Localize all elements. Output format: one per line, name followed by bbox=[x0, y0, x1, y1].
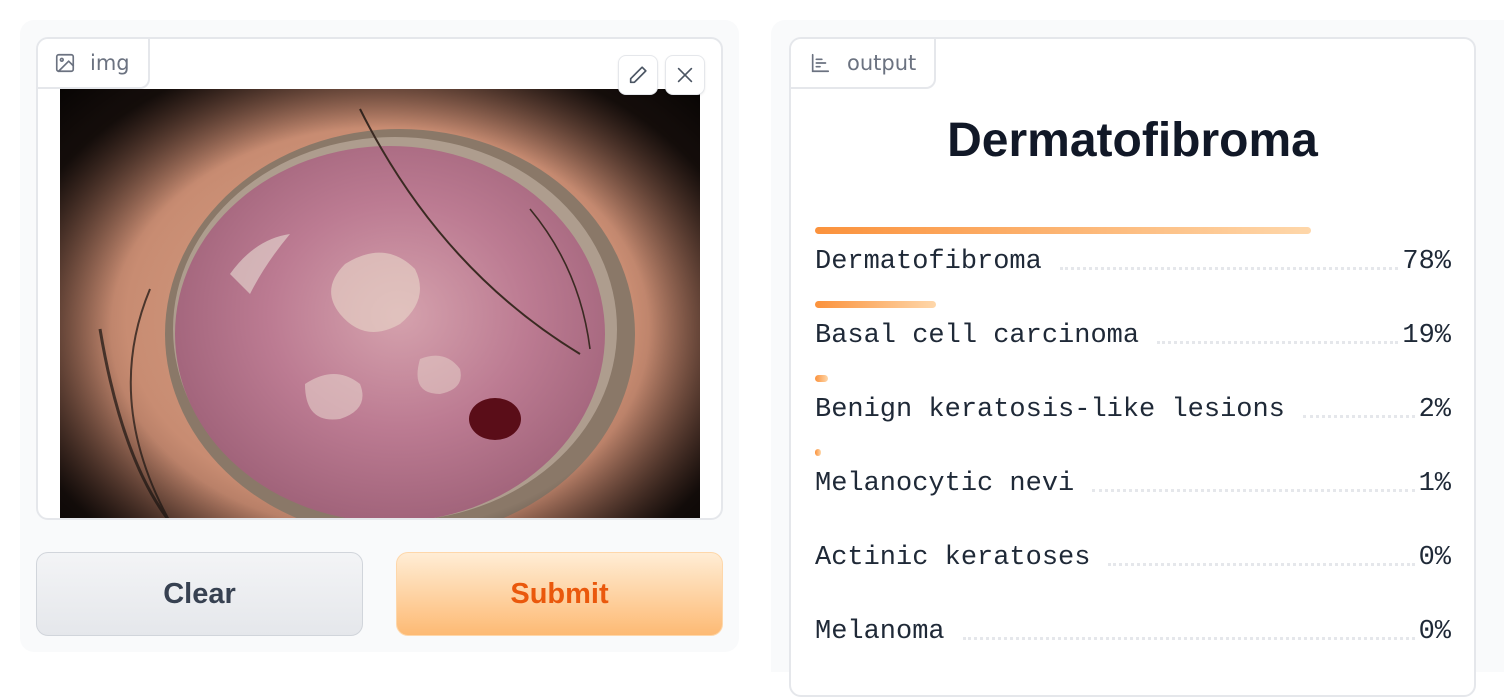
confidence-label: Melanoma bbox=[815, 617, 945, 647]
dotted-leader bbox=[1059, 267, 1399, 270]
confidence-percent: 78% bbox=[1402, 247, 1451, 277]
lesion-image bbox=[60, 89, 700, 518]
top-prediction: Dermatofibroma bbox=[947, 114, 1318, 167]
confidence-row: Benign keratosis-like lesions 2% bbox=[815, 375, 1451, 449]
dotted-leader bbox=[1157, 341, 1399, 344]
clear-button[interactable]: Clear bbox=[36, 552, 363, 636]
dotted-leader bbox=[1302, 415, 1415, 418]
bar-chart-icon bbox=[811, 53, 830, 73]
confidence-row: Actinic keratoses 0% bbox=[815, 523, 1451, 597]
confidence-text: Benign keratosis-like lesions 2% bbox=[815, 395, 1451, 425]
confidence-percent: 0% bbox=[1418, 617, 1451, 647]
remove-image-button[interactable] bbox=[665, 55, 705, 95]
confidence-text: Actinic keratoses 0% bbox=[815, 543, 1451, 573]
dotted-leader bbox=[1092, 489, 1415, 492]
confidence-text: Melanocytic nevi 1% bbox=[815, 469, 1451, 499]
edit-button[interactable] bbox=[618, 55, 658, 95]
label-output: output Dermatofibroma Dermatofibroma 78% B… bbox=[789, 37, 1476, 697]
submit-button[interactable]: Submit bbox=[396, 552, 723, 636]
close-icon bbox=[677, 67, 693, 83]
pencil-icon bbox=[629, 66, 647, 84]
confidence-list: Dermatofibroma 78% Basal cell carcinoma 19%… bbox=[815, 227, 1451, 671]
confidence-bar bbox=[815, 449, 822, 456]
confidence-bar bbox=[815, 227, 1312, 234]
input-panel: img Clear Submit bbox=[20, 20, 739, 652]
confidence-label: Actinic keratoses bbox=[815, 543, 1091, 573]
confidence-bar bbox=[815, 301, 936, 308]
confidence-percent: 0% bbox=[1418, 543, 1451, 573]
dotted-leader bbox=[1108, 563, 1415, 566]
output-panel: output Dermatofibroma Dermatofibroma 78% B… bbox=[771, 20, 1504, 697]
confidence-label: Dermatofibroma bbox=[815, 247, 1042, 277]
confidence-label: Basal cell carcinoma bbox=[815, 321, 1140, 351]
output-label-tab: output bbox=[791, 39, 937, 89]
image-label-tab: img bbox=[38, 39, 150, 89]
confidence-percent: 2% bbox=[1418, 395, 1451, 425]
confidence-bar bbox=[815, 375, 828, 382]
confidence-text: Dermatofibroma 78% bbox=[815, 247, 1451, 277]
dotted-leader bbox=[962, 637, 1415, 640]
confidence-label: Melanocytic nevi bbox=[815, 469, 1075, 499]
confidence-text: Melanoma 0% bbox=[815, 617, 1451, 647]
confidence-row: Melanocytic nevi 1% bbox=[815, 449, 1451, 523]
output-label: output bbox=[847, 51, 917, 75]
confidence-row: Melanoma 0% bbox=[815, 597, 1451, 671]
confidence-row: Basal cell carcinoma 19% bbox=[815, 301, 1451, 375]
image-icon bbox=[55, 53, 75, 73]
confidence-percent: 1% bbox=[1418, 469, 1451, 499]
confidence-percent: 19% bbox=[1402, 321, 1451, 351]
confidence-label: Benign keratosis-like lesions bbox=[815, 395, 1285, 425]
confidence-text: Basal cell carcinoma 19% bbox=[815, 321, 1451, 351]
confidence-row: Dermatofibroma 78% bbox=[815, 227, 1451, 301]
image-upload[interactable]: img bbox=[36, 37, 723, 520]
image-label: img bbox=[90, 51, 130, 75]
